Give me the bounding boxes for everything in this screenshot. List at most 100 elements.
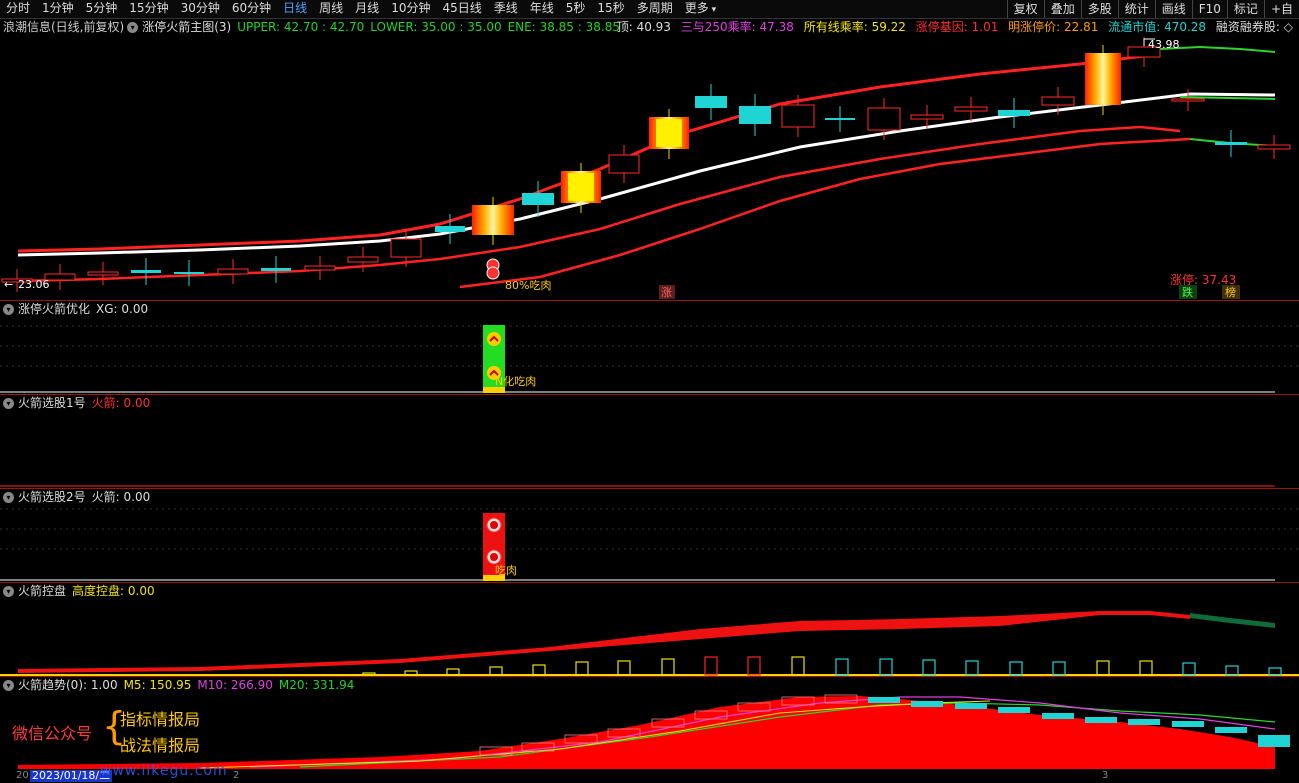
- panel1-chart[interactable]: N化吃肉: [0, 301, 1299, 394]
- up-candle: [608, 154, 640, 174]
- period-tab[interactable]: 15分钟: [123, 0, 174, 19]
- up-candle: [910, 114, 944, 120]
- trend-bar: [998, 707, 1030, 713]
- down-candle: [261, 268, 291, 271]
- rocket-ball-icon: [487, 332, 501, 346]
- eat-label: N化吃肉: [495, 374, 536, 388]
- panel3-chart[interactable]: 吃肉: [0, 489, 1299, 582]
- date-axis: 20 2023/01/18/二 www.iikegu.com 2 3: [0, 763, 1299, 783]
- down-candle: [825, 118, 855, 120]
- control-bar: [879, 658, 893, 676]
- limit-price-label: 涨停: 37.43: [1170, 272, 1236, 287]
- panel-rocket-control: ▾ 火箭控盘 高度控盘: 0.00: [0, 583, 1299, 676]
- date-tick: 20: [16, 770, 29, 781]
- panel4-chart[interactable]: [0, 583, 1299, 676]
- limit-up-candle: [472, 205, 514, 235]
- up-candle: [44, 273, 76, 281]
- period-tab[interactable]: 分时: [0, 0, 36, 19]
- period-tabs: 分时 1分钟 5分钟 15分钟 30分钟 60分钟 日线 周线 月线 10分钟 45日线 季线 年线 5秒…: [0, 0, 1007, 19]
- low-pointer-icon: ←: [4, 278, 13, 291]
- period-tab[interactable]: 1分钟: [36, 0, 80, 19]
- die-label: 跌: [1182, 285, 1193, 299]
- tool-button[interactable]: 画线: [1154, 0, 1192, 18]
- period-tab[interactable]: 更多: [679, 0, 722, 19]
- rocket-ball-core: [490, 521, 498, 529]
- control-band: [18, 611, 1190, 673]
- up-candle: [1171, 98, 1205, 102]
- trend-bar: [1128, 719, 1160, 725]
- tool-button[interactable]: 多股: [1080, 0, 1118, 18]
- period-tab[interactable]: 多周期: [631, 0, 679, 19]
- control-bar: [922, 659, 936, 676]
- eat-label: 吃肉: [495, 564, 517, 577]
- low-price-label: 23.06: [18, 278, 50, 291]
- period-tab[interactable]: 30分钟: [175, 0, 226, 19]
- tool-buttons: 复权 叠加 多股 统计 画线 F10 标记 +自: [1006, 0, 1299, 18]
- control-bar: [791, 656, 805, 676]
- up-candle: [347, 256, 379, 263]
- tool-button[interactable]: 复权: [1006, 0, 1044, 18]
- tool-button[interactable]: +自: [1263, 0, 1299, 18]
- ene-band-line: [17, 125, 1181, 283]
- period-tab[interactable]: 年线: [524, 0, 560, 19]
- panel2-chart[interactable]: [0, 395, 1299, 488]
- panel-rocket-pick-1: ▾ 火箭选股1号 火箭: 0.00: [0, 395, 1299, 488]
- control-bar: [1096, 660, 1110, 676]
- trend-bar: [868, 697, 900, 703]
- period-tab[interactable]: 10分钟: [385, 0, 436, 19]
- white-ma-line: [17, 92, 1276, 257]
- candlestick-chart[interactable]: 80%吃肉 43.98 23.06 ← 涨停: 37.43 涨 跌 榜: [0, 19, 1299, 300]
- limit-up-candle: [1085, 53, 1121, 105]
- period-tab[interactable]: 60分钟: [226, 0, 277, 19]
- watermark-line3: 战法情报局: [120, 736, 201, 755]
- trend-bar: [1258, 735, 1290, 747]
- down-candle: [739, 106, 771, 124]
- up-candle: [87, 271, 119, 276]
- lower-band-line: [459, 137, 1191, 289]
- period-tab[interactable]: 45日线: [436, 0, 487, 19]
- eat-label: 80%吃肉: [505, 279, 551, 292]
- period-tab[interactable]: 5秒: [560, 0, 592, 19]
- up-candle: [390, 238, 422, 258]
- period-tab[interactable]: 15秒: [591, 0, 630, 19]
- panel-rocket-optimize: ▾ 涨停火箭优化 XG: 0.00 N化吃肉: [0, 301, 1299, 394]
- rocket-block: [656, 119, 682, 147]
- control-bar: [617, 660, 631, 676]
- tool-button[interactable]: 叠加: [1043, 0, 1081, 18]
- down-candle: [998, 110, 1030, 116]
- period-tab[interactable]: 5分钟: [80, 0, 124, 19]
- up-candle: [217, 268, 249, 275]
- tool-button[interactable]: 统计: [1117, 0, 1155, 18]
- tool-button[interactable]: 标记: [1226, 0, 1264, 18]
- down-candle: [1215, 142, 1247, 145]
- watermark-url: www.iikegu.com: [100, 763, 228, 779]
- period-tab[interactable]: 月线: [349, 0, 385, 19]
- up-candle: [1257, 144, 1291, 150]
- period-tab[interactable]: 周线: [313, 0, 349, 19]
- trend-bar: [1042, 713, 1074, 719]
- period-toolbar: 分时 1分钟 5分钟 15分钟 30分钟 60分钟 日线 周线 月线 10分钟 45日线 季线 年线 5秒…: [0, 0, 1299, 19]
- date-tick: 2: [233, 770, 240, 781]
- period-tab[interactable]: 日线: [277, 0, 313, 19]
- control-bar: [1182, 662, 1196, 676]
- control-bar: [965, 660, 979, 676]
- control-bar: [704, 656, 718, 676]
- period-tab[interactable]: 季线: [488, 0, 524, 19]
- control-band-green: [1190, 613, 1275, 628]
- tool-button[interactable]: F10: [1191, 0, 1227, 18]
- control-bar: [532, 664, 546, 676]
- watermark-line2: 指标情报局: [120, 710, 201, 729]
- down-candle: [695, 96, 727, 108]
- rocket-block: [568, 173, 594, 201]
- up-candle: [304, 265, 336, 271]
- trend-bar: [911, 701, 943, 707]
- up-candle: [867, 107, 901, 131]
- trend-bar: [1215, 727, 1247, 733]
- up-candle: [954, 106, 988, 112]
- down-candle: [522, 193, 554, 205]
- watermark-line1: 微信公众号: [12, 724, 93, 743]
- bang-label: 榜: [1225, 285, 1236, 299]
- main-chart-pane: 浪潮信息(日线,前复权) ▾ 涨停火箭主图(3) UPPER: 42.70 : …: [0, 19, 1299, 300]
- trend-bar: [1085, 717, 1117, 723]
- trend-bar: [955, 703, 987, 709]
